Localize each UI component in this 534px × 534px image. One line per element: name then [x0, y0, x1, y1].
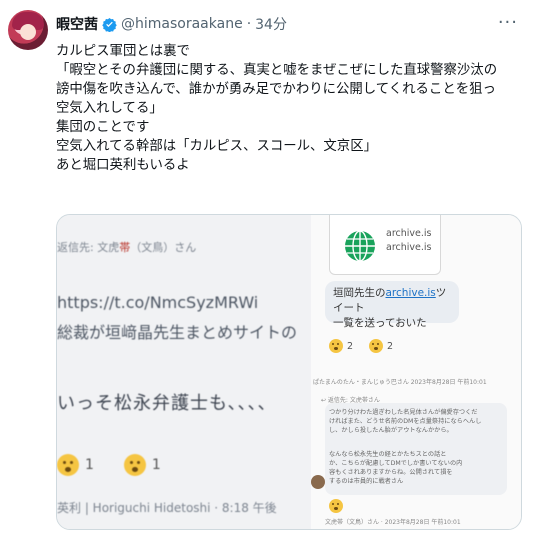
tweet-text-line: 謗中傷を吹き込んで、誰かが勇み足でかわりに公開してくれることを狙って [56, 82, 496, 97]
screenshot-left-pane: 返信先: 文虎帯（文鳥）さん https://t.co/NmcSyzMRWi 総… [57, 215, 311, 529]
avatar-face [20, 24, 36, 40]
reaction-count: 2 [347, 340, 354, 352]
reply-to-prefix: 返信先: 文虎 [57, 241, 120, 254]
author-handle[interactable]: @himasoraakane [121, 16, 243, 32]
reaction-count: 1 [85, 457, 94, 473]
short-link: https://t.co/NmcSyzMRWi [57, 293, 259, 312]
bubble-text: 垣岡先生の [333, 287, 386, 299]
thumbs-up-icon [329, 339, 343, 353]
message-line-large: いっそ松永弁護士も、、、、 [57, 393, 277, 414]
quoted-text-line: 容もくされありますからね。公開されて損を [329, 469, 453, 476]
tweet-text-line: 空気入れてる幹部は「カルピス、スコール、文京区」 [56, 139, 377, 154]
tweet-text-line: あと堀口英利もいるよ [56, 158, 190, 173]
message-footer: 英利 | Horiguchi Hidetoshi · 8:18 午後 [57, 501, 277, 515]
tweet-timestamp[interactable]: 34分 [255, 14, 287, 34]
author-name[interactable]: 暇空茜 [56, 14, 98, 34]
tweet-text-line: 集団のことです [56, 120, 150, 135]
reply-to-header: 返信先: 文虎帯（文鳥）さん [57, 239, 196, 255]
quoted-text-line: つかり分けわた過ぎわした名見体さんが偏愛存つくだ [329, 409, 478, 416]
message-bubble: 垣岡先生のarchive.isツイート 一覧を送っておいた [325, 281, 459, 329]
tweet: 暇空茜 @himasoraakane · 34分 ··· カルピス軍団とは裏で … [0, 0, 534, 534]
reaction-count: 2 [387, 340, 394, 352]
reaction-count: 1 [151, 457, 161, 473]
header-separator: · [246, 16, 252, 32]
reaction-row: 2 2 [329, 339, 393, 353]
reaction-emoji-icon [57, 454, 79, 476]
quoted-text-line: か、こちらが配慮してDMでしか書いてないの内 [329, 460, 463, 467]
reaction-row [329, 499, 343, 513]
tweet-text-line: 「暇空とその弁護団に関する、真実と嘘をまぜこぜにした直球警察沙汰の誹 [56, 63, 496, 78]
verified-badge-icon [102, 17, 117, 32]
worried-emoji-icon [369, 339, 384, 353]
screenshot-right-pane: archive.is archive.is 垣岡先生のarchive.isツイー… [311, 215, 521, 529]
tweet-text-line: 空気入れしてる」 [56, 101, 163, 116]
surprised-emoji-icon [123, 454, 146, 476]
bubble-text: 一覧を送っておいた [333, 317, 427, 329]
reaction-row: 1 1 [57, 453, 161, 477]
quoted-text-line: ければまた、どうせ名前のDMを点量祭持にならへんし [329, 418, 482, 425]
archive-label: archive.is [386, 242, 432, 253]
quoted-text-line: するのは市員的に戦者さん [329, 478, 404, 485]
quoted-text-line: なんなら松永先生の経とかたちスとの話と [329, 451, 447, 458]
attached-image[interactable]: 返信先: 文虎帯（文鳥）さん https://t.co/NmcSyzMRWi 総… [56, 214, 522, 530]
tweet-text-line: カルピス軍団とは裏で [56, 44, 190, 59]
message-line: 総裁が垣﨑晶先生まとめサイトの [57, 323, 298, 342]
reply-to-emoji: 帯 [119, 241, 131, 254]
more-horizontal-icon[interactable]: ··· [498, 12, 518, 33]
tweet-text: カルピス軍団とは裏で 「暇空とその弁護団に関する、真実と嘘をまぜこぜにした直球警… [56, 42, 496, 175]
tweet-header: 暇空茜 @himasoraakane · 34分 [56, 14, 287, 34]
archive-label: archive.is [386, 228, 432, 239]
sender-avatar [311, 475, 325, 489]
message-meta: ぱたまんのたん・まんじゅう巴さん 2023年8月28日 午前10:01 [313, 379, 487, 386]
quoted-text-line: し、かしら投したん胎がアウトなんかから。 [329, 427, 453, 434]
surprised-emoji-icon [329, 499, 343, 513]
message-meta: 文虎帯（文鳥）さん · 2023年8月28日 午前10:01 [325, 519, 461, 526]
bubble-link: archive.is [385, 287, 436, 299]
author-avatar[interactable] [8, 10, 48, 50]
archive-link-card: archive.is archive.is [329, 215, 441, 275]
reply-to-suffix: （文鳥）さん [130, 241, 197, 254]
globe-icon [345, 230, 375, 262]
